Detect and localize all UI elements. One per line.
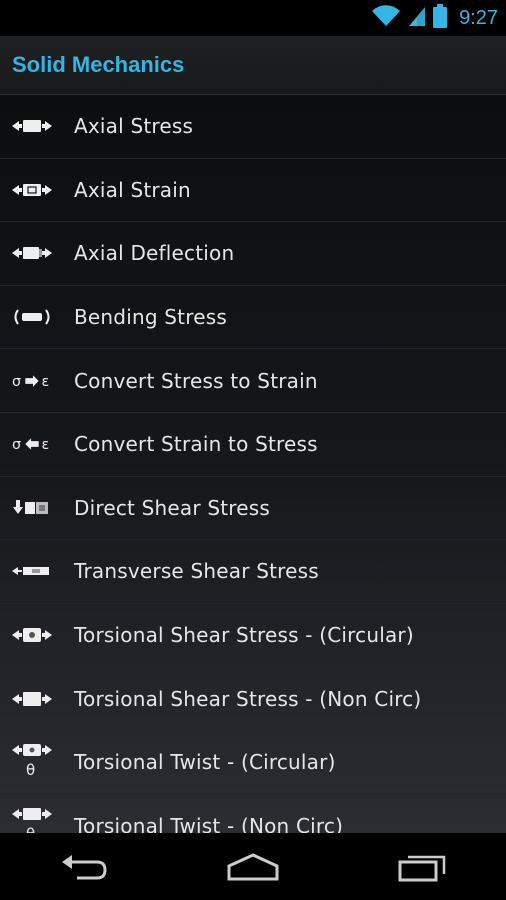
navigation-bar xyxy=(0,833,506,900)
list-item-convert-strain-to-stress[interactable]: σ ε Convert Strain to Stress xyxy=(0,413,506,477)
svg-text:ε: ε xyxy=(42,373,50,389)
list-item-label: Axial Strain xyxy=(74,177,191,202)
torsional-twist-noncirc-icon: θ xyxy=(12,806,52,833)
svg-text:σ: σ xyxy=(12,373,21,389)
list-item-label: Direct Shear Stress xyxy=(74,495,271,520)
home-icon[interactable] xyxy=(213,842,293,892)
wifi-icon xyxy=(371,4,401,32)
svg-text:θ: θ xyxy=(26,825,35,833)
action-bar: Solid Mechanics xyxy=(0,36,506,95)
list-item-label: Transverse Shear Stress xyxy=(74,559,319,584)
list-item-label: Axial Stress xyxy=(74,114,194,139)
list-item-axial-stress[interactable]: Axial Stress xyxy=(0,95,506,159)
list-item-label: Torsional Shear Stress - (Circular) xyxy=(74,623,414,648)
axial-stress-icon xyxy=(12,106,52,146)
torsional-shear-noncirc-icon xyxy=(12,679,52,719)
axial-deflection-icon xyxy=(12,233,52,273)
transverse-shear-icon xyxy=(12,551,52,591)
calculator-list: Axial Stress Axial Strain Axial Deflecti… xyxy=(0,95,506,833)
list-item-bending-stress[interactable]: Bending Stress xyxy=(0,286,506,350)
list-item-convert-stress-to-strain[interactable]: σ ε Convert Stress to Strain xyxy=(0,349,506,413)
status-clock: 9:27 xyxy=(459,6,498,29)
strain-to-stress-icon: σ ε xyxy=(12,424,52,464)
list-item-label: Axial Deflection xyxy=(74,241,235,266)
list-item-label: Torsional Twist - (Non Circ) xyxy=(74,813,344,833)
list-item-torsional-twist-circular[interactable]: θ Torsional Twist - (Circular) xyxy=(0,731,506,795)
list-item-torsional-twist-noncirc[interactable]: θ Torsional Twist - (Non Circ) xyxy=(0,795,506,833)
list-item-axial-strain[interactable]: Axial Strain xyxy=(0,159,506,223)
svg-text:θ: θ xyxy=(26,761,35,779)
back-icon[interactable] xyxy=(44,842,124,892)
battery-icon xyxy=(433,4,448,32)
list-item-axial-deflection[interactable]: Axial Deflection xyxy=(0,222,506,286)
axial-strain-icon xyxy=(12,170,52,210)
list-item-transverse-shear-stress[interactable]: Transverse Shear Stress xyxy=(0,540,506,604)
svg-text:σ: σ xyxy=(12,437,21,453)
recent-apps-icon[interactable] xyxy=(382,842,462,892)
status-bar: 9:27 xyxy=(0,0,506,36)
bending-stress-icon xyxy=(12,297,52,337)
cell-signal-icon xyxy=(407,5,427,31)
list-item-label: Torsional Twist - (Circular) xyxy=(74,750,336,775)
direct-shear-icon xyxy=(12,488,52,528)
torsional-twist-circular-icon: θ xyxy=(12,742,52,782)
list-item-label: Convert Stress to Strain xyxy=(74,368,318,393)
list-item-torsional-shear-circular[interactable]: Torsional Shear Stress - (Circular) xyxy=(0,604,506,668)
torsional-shear-circular-icon xyxy=(12,615,52,655)
list-item-direct-shear-stress[interactable]: Direct Shear Stress xyxy=(0,477,506,541)
stress-to-strain-icon: σ ε xyxy=(12,361,52,401)
list-item-label: Bending Stress xyxy=(74,305,227,330)
list-item-torsional-shear-noncirc[interactable]: Torsional Shear Stress - (Non Circ) xyxy=(0,667,506,731)
app-title: Solid Mechanics xyxy=(12,52,185,77)
list-item-label: Torsional Shear Stress - (Non Circ) xyxy=(74,686,422,711)
svg-text:ε: ε xyxy=(42,437,50,453)
list-item-label: Convert Strain to Stress xyxy=(74,432,318,457)
